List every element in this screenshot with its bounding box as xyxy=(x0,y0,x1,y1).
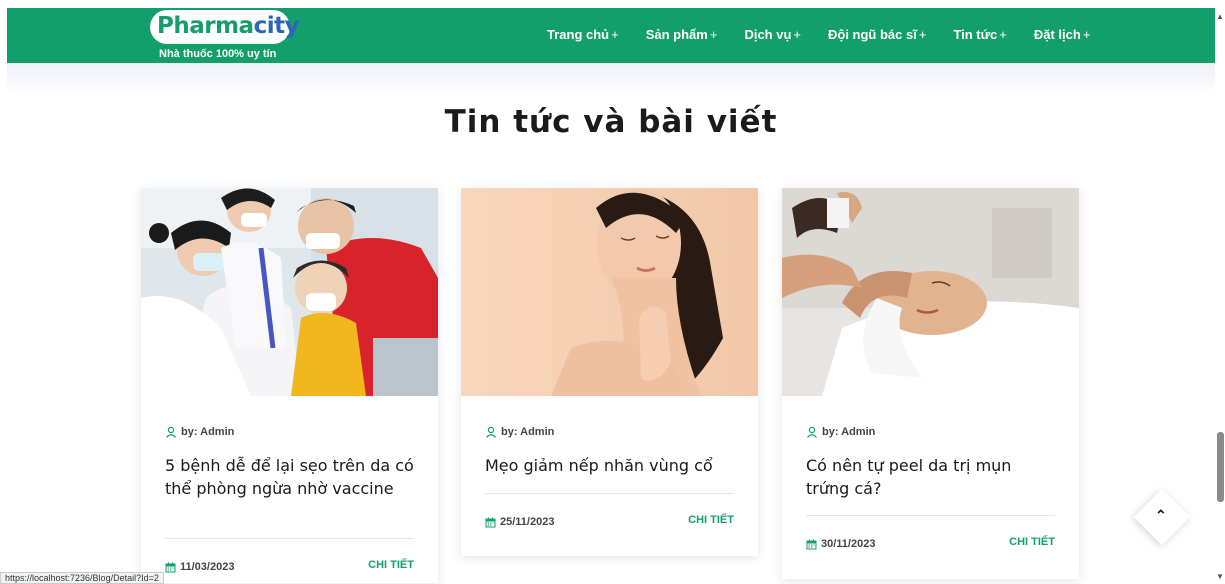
date-label: 25/11/2023 xyxy=(500,516,555,528)
logo-brand-part2: city xyxy=(253,13,300,39)
nav-expand-icon: + xyxy=(999,27,1007,42)
detail-link[interactable]: CHI TIẾT xyxy=(368,559,414,571)
status-bar-url: https://localhost:7236/Blog/Detail?Id=2 xyxy=(0,572,164,584)
nav-item-services[interactable]: Dịch vụ + xyxy=(744,27,801,42)
main-nav: Trang chủ + Sản phẩm + Dịch vụ + Đội ngũ bá… xyxy=(547,27,1117,42)
nav-expand-icon: + xyxy=(611,27,619,42)
calendar-icon xyxy=(485,517,496,527)
section-title: Tin tức và bài viết xyxy=(444,104,778,140)
post-thumbnail[interactable] xyxy=(461,188,758,396)
scroll-down-icon[interactable]: ▼ xyxy=(1216,572,1224,581)
nav-expand-icon: + xyxy=(709,27,718,42)
author-label: by: Admin xyxy=(181,426,235,438)
author-label: by: Admin xyxy=(822,426,876,438)
scrollbar-thumb[interactable] xyxy=(1217,432,1224,502)
logo-wordmark: Pharmacity xyxy=(157,13,300,39)
calendar-icon xyxy=(806,539,817,549)
post-author: by: Admin xyxy=(165,426,234,438)
page: Pharmacity Nhà thuốc 100% uy tín Trang c… xyxy=(0,0,1225,584)
post-author: by: Admin xyxy=(806,426,875,438)
logo-brand-part1: Pharma xyxy=(157,13,254,39)
user-icon xyxy=(807,426,817,438)
nav-label: Đội ngũ bác sĩ xyxy=(828,27,917,42)
detail-link[interactable]: CHI TIẾT xyxy=(1009,536,1055,548)
top-navbar: Pharmacity Nhà thuốc 100% uy tín Trang c… xyxy=(7,8,1215,63)
nav-item-booking[interactable]: Đặt lịch + xyxy=(1034,27,1091,42)
nav-item-products[interactable]: Sản phẩm + xyxy=(646,27,718,42)
date-label: 11/03/2023 xyxy=(180,561,235,573)
post-date: 30/11/2023 xyxy=(806,538,875,550)
nav-expand-icon: + xyxy=(1082,27,1091,42)
nav-label: Đặt lịch xyxy=(1033,27,1081,42)
post-thumbnail[interactable] xyxy=(782,188,1079,396)
nav-item-home[interactable]: Trang chủ + xyxy=(547,27,619,42)
nav-expand-icon: + xyxy=(918,27,927,42)
post-author: by: Admin xyxy=(485,426,554,438)
card-divider xyxy=(806,515,1055,516)
user-icon xyxy=(486,426,496,438)
nav-label: Trang chủ xyxy=(547,27,610,42)
post-date: 25/11/2023 xyxy=(485,516,554,528)
blog-card[interactable]: by: Admin 5 bệnh dễ để lại sẹo trên da c… xyxy=(141,188,438,583)
user-icon xyxy=(166,426,176,438)
nav-label: Tin tức xyxy=(953,27,998,42)
nav-label: Dịch vụ xyxy=(744,27,792,42)
chevron-up-icon[interactable]: ⌃ xyxy=(1155,507,1167,524)
date-label: 30/11/2023 xyxy=(821,538,876,550)
logo[interactable]: Pharmacity Nhà thuốc 100% uy tín xyxy=(142,8,300,63)
nav-label: Sản phẩm xyxy=(645,27,708,42)
scroll-up-icon[interactable]: ▲ xyxy=(1216,12,1224,21)
nav-expand-icon: + xyxy=(793,27,801,42)
post-date: 11/03/2023 xyxy=(165,561,234,573)
nav-item-doctors[interactable]: Đội ngũ bác sĩ + xyxy=(828,27,926,42)
facial-treatment-photo xyxy=(782,188,1079,396)
card-divider xyxy=(165,538,414,539)
vaccination-photo xyxy=(141,188,438,396)
card-divider xyxy=(485,493,734,494)
blog-card[interactable]: by: Admin Mẹo giảm nếp nhăn vùng cổ 25/1… xyxy=(461,188,758,556)
nav-item-news[interactable]: Tin tức + xyxy=(953,27,1006,42)
post-title[interactable]: Mẹo giảm nếp nhăn vùng cổ xyxy=(485,454,735,477)
neck-skincare-photo xyxy=(461,188,758,396)
blog-card[interactable]: by: Admin Có nên tự peel da trị mụn trứn… xyxy=(782,188,1079,579)
calendar-icon xyxy=(165,562,176,572)
header-shadow xyxy=(7,63,1215,93)
author-label: by: Admin xyxy=(501,426,555,438)
post-title[interactable]: 5 bệnh dễ để lại sẹo trên da có thể phòn… xyxy=(165,454,415,500)
post-title[interactable]: Có nên tự peel da trị mụn trứng cá? xyxy=(806,454,1056,500)
detail-link[interactable]: CHI TIẾT xyxy=(688,514,734,526)
post-thumbnail[interactable] xyxy=(141,188,438,396)
logo-tagline: Nhà thuốc 100% uy tín xyxy=(159,48,277,60)
